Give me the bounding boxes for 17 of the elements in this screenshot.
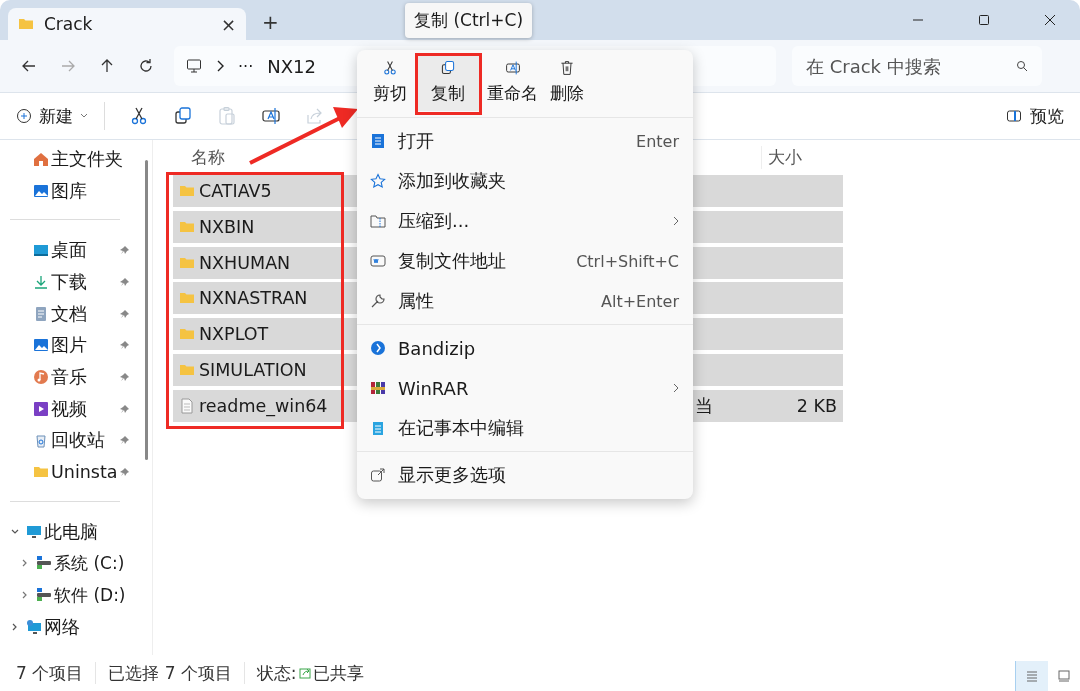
- shortcut-text: Enter: [636, 131, 679, 151]
- file-name: NXBIN: [199, 216, 255, 237]
- file-name: readme_win64: [199, 395, 328, 416]
- file-name: NXHUMAN: [199, 252, 291, 273]
- status-label: 状态:: [256, 661, 297, 685]
- selection-count: 已选择 7 个项目: [108, 661, 232, 685]
- status-value: 已共享: [312, 661, 364, 685]
- file-name: NXNASTRAN: [199, 288, 308, 309]
- shortcut-text: Ctrl+Shift+C: [576, 251, 679, 271]
- file-name: NXPLOT: [199, 324, 269, 345]
- tooltip: 复制 (Ctrl+C): [405, 3, 533, 38]
- file-name: CATIAV5: [199, 181, 272, 201]
- file-type: 当: [695, 395, 713, 416]
- file-name: SIMULATION: [199, 360, 307, 380]
- shortcut-text: Alt+Enter: [601, 291, 679, 311]
- item-count: 7 个项目: [16, 661, 84, 685]
- file-size: 2 KB: [796, 395, 837, 416]
